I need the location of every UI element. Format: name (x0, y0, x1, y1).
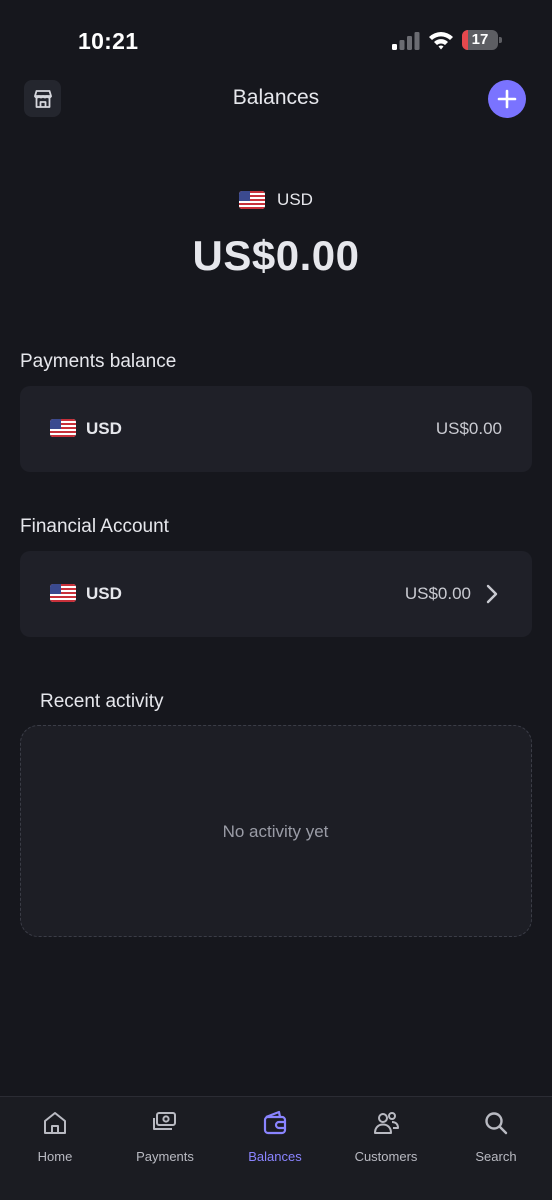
tab-customers-label: Customers (354, 1149, 418, 1164)
cellular-signal-icon (392, 32, 420, 50)
summary-currency-code: USD (277, 190, 313, 209)
search-icon (485, 1112, 508, 1135)
summary-amount: US$0.00 (192, 232, 360, 279)
battery-cap (499, 37, 502, 43)
tab-payments-label: Payments (136, 1149, 194, 1164)
us-flag-icon (239, 191, 266, 209)
plus-icon (497, 89, 517, 109)
tab-home-label: Home (37, 1149, 73, 1164)
header: Balances (0, 78, 552, 122)
customers-icon (374, 1112, 399, 1134)
tab-home[interactable]: Home (0, 1107, 110, 1167)
tab-customers[interactable]: Customers (331, 1107, 441, 1167)
tab-balances[interactable]: Balances (220, 1107, 330, 1167)
financial-account-title: Financial Account (20, 516, 169, 537)
add-button[interactable] (488, 80, 526, 118)
payments-icon (153, 1112, 176, 1130)
tab-payments[interactable]: Payments (110, 1107, 220, 1167)
tab-bar: Home Payments Balances Customers Search (0, 1096, 552, 1200)
payments-balance-title: Payments balance (20, 351, 177, 372)
balances-screen: 10:21 17 Balances USD US$0.00 Payments b… (0, 0, 552, 1200)
payments-balance-card[interactable]: USD US$0.00 (20, 386, 532, 472)
summary-currency[interactable]: USD (0, 190, 552, 210)
page-title: Balances (232, 86, 320, 109)
status-bar: 10:21 17 (0, 0, 552, 78)
chevron-right-icon (486, 584, 498, 604)
financial-account-card[interactable]: USD US$0.00 (20, 551, 532, 637)
us-flag-icon (50, 419, 76, 437)
battery-body: 17 (462, 30, 498, 50)
wallet-icon (263, 1110, 287, 1135)
wifi-icon (429, 32, 453, 50)
battery-level: 17 (471, 31, 489, 48)
financial-amount: US$0.00 (404, 584, 471, 603)
tab-search-label: Search (475, 1149, 517, 1164)
us-flag-icon (50, 584, 76, 602)
recent-activity-title: Recent activity (40, 691, 164, 712)
payments-amount: US$0.00 (435, 419, 502, 438)
payments-currency-code: USD (86, 419, 122, 438)
no-activity-text: No activity yet (222, 822, 329, 841)
status-time: 10:21 (78, 28, 139, 54)
tab-balances-label: Balances (248, 1149, 302, 1164)
tab-search[interactable]: Search (441, 1107, 551, 1167)
financial-currency-code: USD (86, 584, 122, 603)
home-icon (44, 1112, 66, 1134)
battery-indicator: 17 (462, 30, 502, 50)
recent-activity-empty-state: No activity yet (20, 725, 532, 937)
